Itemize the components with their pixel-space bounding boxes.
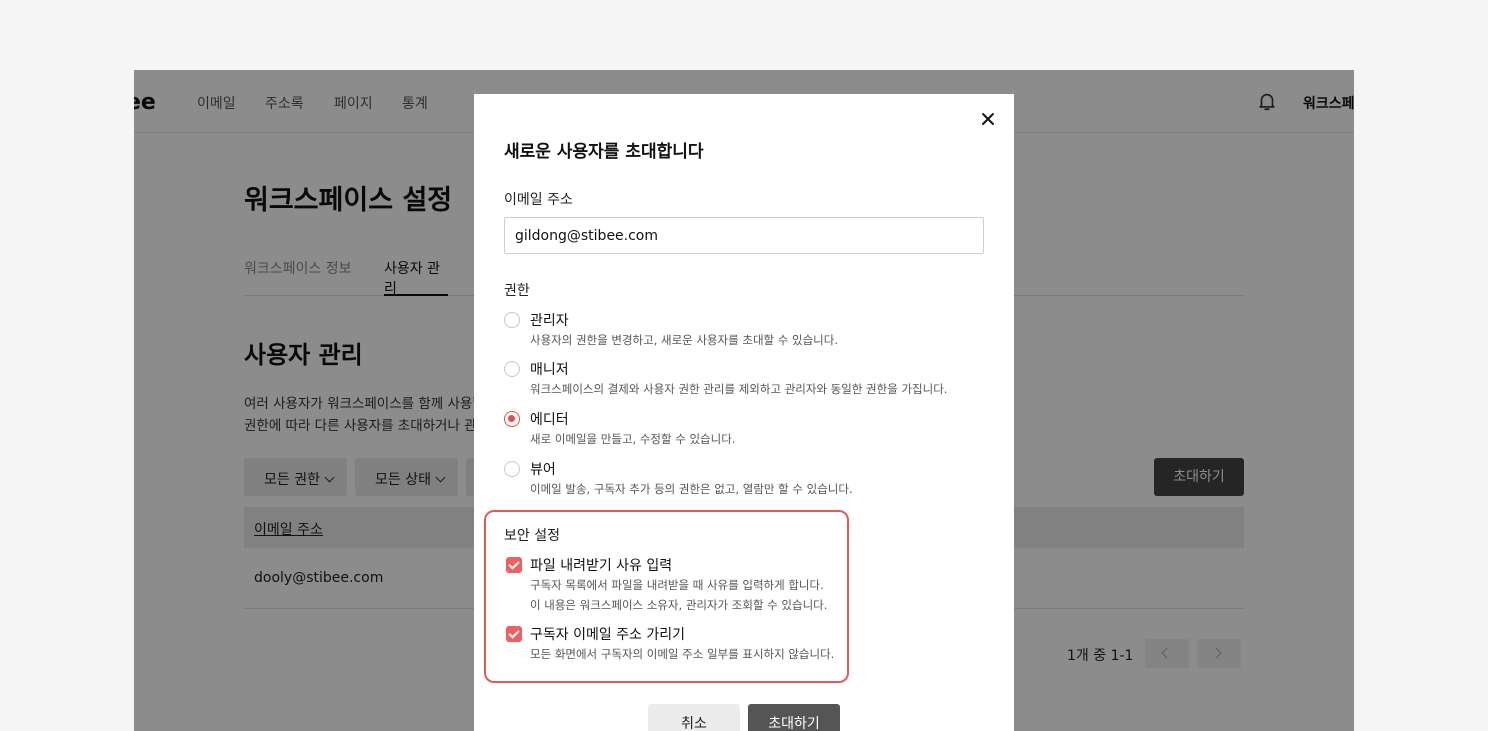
checkbox-download-reason[interactable] (506, 557, 522, 573)
role-desc-editor: 새로 이메일을 만들고, 수정할 수 있습니다. (530, 432, 736, 446)
security-title-download-reason: 파일 내려받기 사유 입력 (530, 558, 673, 574)
radio-viewer[interactable] (504, 461, 520, 477)
role-title-editor: 에디터 (530, 412, 569, 428)
radio-admin[interactable] (504, 312, 520, 328)
checkbox-hide-email[interactable] (506, 626, 522, 642)
radio-editor[interactable] (504, 411, 520, 427)
role-title-admin: 관리자 (530, 313, 569, 329)
security-desc-hide-email: 모든 화면에서 구독자의 이메일 주소 일부를 표시하지 않습니다. (530, 647, 835, 661)
security-desc-download-reason-2: 이 내용은 워크스페이스 소유자, 관리자가 조회할 수 있습니다. (530, 598, 828, 612)
security-title-hide-email: 구독자 이메일 주소 가리기 (530, 627, 686, 643)
close-icon[interactable] (979, 110, 997, 128)
email-label: 이메일 주소 (504, 192, 573, 208)
submit-invite-button[interactable]: 초대하기 (748, 704, 840, 731)
invite-user-modal: 새로운 사용자를 초대합니다 이메일 주소 권한 관리자 사용자의 권한을 변경… (474, 94, 1014, 731)
cancel-button[interactable]: 취소 (648, 704, 740, 731)
role-desc-viewer: 이메일 발송, 구독자 추가 등의 권한은 없고, 열람만 할 수 있습니다. (530, 482, 853, 496)
security-settings-label: 보안 설정 (504, 528, 560, 544)
radio-manager[interactable] (504, 361, 520, 377)
email-input[interactable] (504, 217, 984, 254)
role-label: 권한 (504, 283, 530, 299)
role-desc-admin: 사용자의 권한을 변경하고, 새로운 사용자를 초대할 수 있습니다. (530, 333, 838, 347)
security-desc-download-reason-1: 구독자 목록에서 파일을 내려받을 때 사유를 입력하게 합니다. (530, 578, 824, 592)
role-desc-manager: 워크스페이스의 결제와 사용자 권한 관리를 제외하고 관리자와 동일한 권한을… (530, 382, 948, 396)
role-title-manager: 매니저 (530, 362, 569, 378)
role-title-viewer: 뷰어 (530, 462, 556, 478)
modal-title: 새로운 사용자를 초대합니다 (504, 142, 704, 162)
